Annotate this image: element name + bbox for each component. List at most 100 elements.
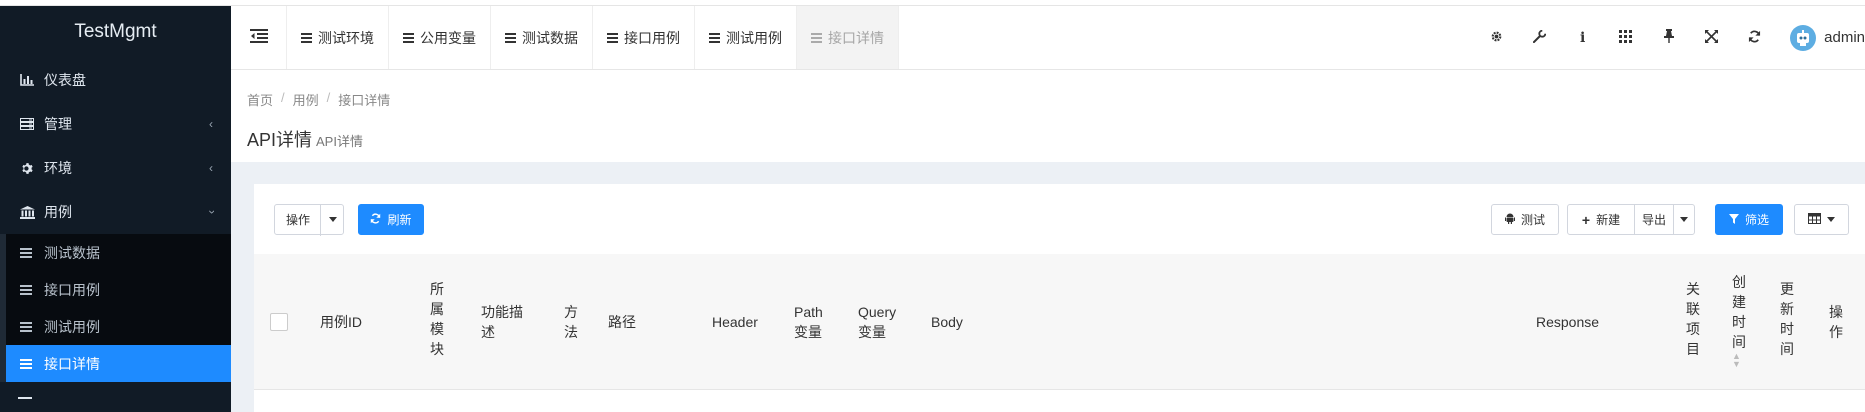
sidebar-item-cases[interactable]: 用例 ‹ — [0, 190, 231, 234]
column-header-header[interactable]: Header — [712, 312, 758, 332]
list-icon — [20, 247, 32, 258]
column-header-project[interactable]: 关联项目 — [1686, 279, 1702, 359]
list-icon — [811, 30, 822, 46]
action-dropdown-button[interactable]: 操作 — [274, 204, 344, 236]
grid-icon — [1619, 29, 1633, 46]
table-toolbar: 操作 刷新 测试 + 新建 导出 筛选 — [274, 204, 1865, 236]
tab-test-env[interactable]: 测试环境 — [287, 6, 389, 69]
breadcrumb: 首页 / 用例 / 接口详情 — [247, 90, 1849, 109]
caret-down-icon — [329, 217, 337, 222]
tab-shared-vars[interactable]: 公用变量 — [389, 6, 491, 69]
sidebar-item-dashboard[interactable]: 仪表盘 — [0, 58, 231, 102]
sidebar: TestMgmt 仪表盘 管理 ‹ 环境 ‹ 用例 ‹ 测试数据 接口用例 测试… — [0, 6, 231, 412]
sidebar-subitem-api-cases[interactable]: 接口用例 — [6, 271, 231, 308]
select-all-checkbox[interactable] — [270, 313, 288, 331]
caret-down-icon — [1680, 217, 1688, 222]
user-menu[interactable]: admin — [1776, 6, 1865, 69]
server-icon — [18, 118, 36, 130]
top-navbar: 测试环境 公用变量 测试数据 接口用例 测试用例 接口详情 i admin — [231, 6, 1865, 70]
app-logo[interactable]: TestMgmt — [0, 6, 231, 58]
list-icon — [607, 30, 618, 46]
table-row — [254, 390, 1865, 412]
gear-icon — [1490, 30, 1503, 46]
sidebar-subitem-label: 测试用例 — [44, 318, 100, 335]
refresh-page-button[interactable] — [1733, 6, 1776, 69]
top-right-toolbar: i admin — [1475, 6, 1865, 69]
chevron-left-icon: ‹ — [209, 161, 213, 175]
column-header-module[interactable]: 所属模块 — [430, 279, 446, 359]
sidebar-item-partial[interactable] — [0, 382, 231, 402]
tab-label: 测试用例 — [726, 29, 782, 46]
user-name: admin — [1824, 29, 1865, 46]
tab-test-cases[interactable]: 测试用例 — [695, 6, 797, 69]
chevron-down-icon: ‹ — [204, 210, 218, 214]
list-icon — [20, 358, 32, 369]
sidebar-item-label: 用例 — [44, 204, 72, 220]
action-label: 操作 — [286, 213, 311, 227]
column-header-query-vars[interactable]: Query变量 — [858, 302, 903, 342]
sidebar-item-environment[interactable]: 环境 ‹ — [0, 146, 231, 190]
sidebar-subitem-test-cases[interactable]: 测试用例 — [6, 308, 231, 345]
breadcrumb-separator: / — [281, 90, 285, 105]
column-header-created[interactable]: 创建时间 ▲ ▼ — [1732, 272, 1748, 369]
tab-api-cases[interactable]: 接口用例 — [593, 6, 695, 69]
list-icon — [505, 30, 516, 46]
info-icon: i — [1579, 29, 1586, 46]
page-title: API详情 API详情 — [247, 126, 1849, 152]
column-header-method[interactable]: 方法 — [564, 302, 580, 342]
table-header: 用例ID 所属模块 功能描述 方法 路径 Header Path变量 Query… — [254, 254, 1865, 390]
tab-test-data[interactable]: 测试数据 — [491, 6, 593, 69]
columns-dropdown-button[interactable] — [1794, 204, 1849, 235]
sidebar-toggle-button[interactable] — [231, 6, 287, 69]
breadcrumb-current: 接口详情 — [338, 93, 391, 108]
apps-button[interactable] — [1604, 6, 1647, 69]
sidebar-item-manage[interactable]: 管理 ‹ — [0, 102, 231, 146]
tab-api-details[interactable]: 接口详情 — [797, 6, 899, 69]
filter-button[interactable]: 筛选 — [1715, 204, 1783, 235]
sidebar-item-label: 仪表盘 — [44, 72, 86, 88]
new-label: 新建 — [1596, 213, 1621, 227]
test-label: 测试 — [1520, 213, 1545, 227]
settings-button[interactable] — [1475, 6, 1518, 69]
refresh-button[interactable]: 刷新 — [358, 204, 424, 235]
pin-icon — [1663, 29, 1674, 46]
breadcrumb-separator: / — [326, 90, 331, 105]
sidebar-subitem-test-data[interactable]: 测试数据 — [6, 234, 231, 271]
column-header-path-vars[interactable]: Path变量 — [794, 302, 828, 342]
fullscreen-button[interactable] — [1690, 6, 1733, 69]
column-header-description[interactable]: 功能描述 — [481, 302, 526, 342]
info-button[interactable]: i — [1561, 6, 1604, 69]
column-header-case-id[interactable]: 用例ID — [320, 312, 362, 332]
list-icon — [709, 30, 720, 46]
tab-label: 接口详情 — [828, 29, 884, 46]
sidebar-subitem-label: 测试数据 — [44, 244, 100, 261]
export-dropdown-button[interactable] — [1673, 204, 1695, 235]
column-header-path[interactable]: 路径 — [608, 312, 636, 332]
list-icon — [18, 397, 32, 399]
test-button[interactable]: 测试 — [1491, 204, 1559, 235]
column-header-updated[interactable]: 更新时间 — [1780, 279, 1796, 359]
column-header-response[interactable]: Response — [1536, 312, 1599, 332]
indent-icon — [249, 29, 268, 46]
column-header-created-label: 创建时间 — [1732, 274, 1746, 350]
content-header: 首页 / 用例 / 接口详情 API详情 API详情 — [231, 70, 1865, 162]
gear-icon — [18, 162, 36, 175]
export-button[interactable]: 导出 — [1634, 204, 1674, 235]
chevron-left-icon: ‹ — [209, 117, 213, 131]
window-top-strip — [0, 0, 1865, 6]
new-button[interactable]: + 新建 — [1567, 204, 1635, 235]
list-icon — [20, 321, 32, 332]
tab-label: 测试环境 — [318, 29, 374, 46]
pin-button[interactable] — [1647, 6, 1690, 69]
sidebar-subitem-api-details[interactable]: 接口详情 — [6, 345, 231, 382]
tools-button[interactable] — [1518, 6, 1561, 69]
page-subtitle: API详情 — [316, 134, 363, 149]
plus-icon: + — [1581, 211, 1591, 228]
column-header-body[interactable]: Body — [931, 312, 963, 332]
breadcrumb-section[interactable]: 用例 — [293, 90, 319, 109]
tab-label: 测试数据 — [522, 29, 578, 46]
refresh-icon — [370, 212, 381, 227]
breadcrumb-home[interactable]: 首页 — [247, 90, 273, 109]
page-title-text: API详情 — [247, 130, 313, 150]
list-icon — [403, 30, 414, 46]
